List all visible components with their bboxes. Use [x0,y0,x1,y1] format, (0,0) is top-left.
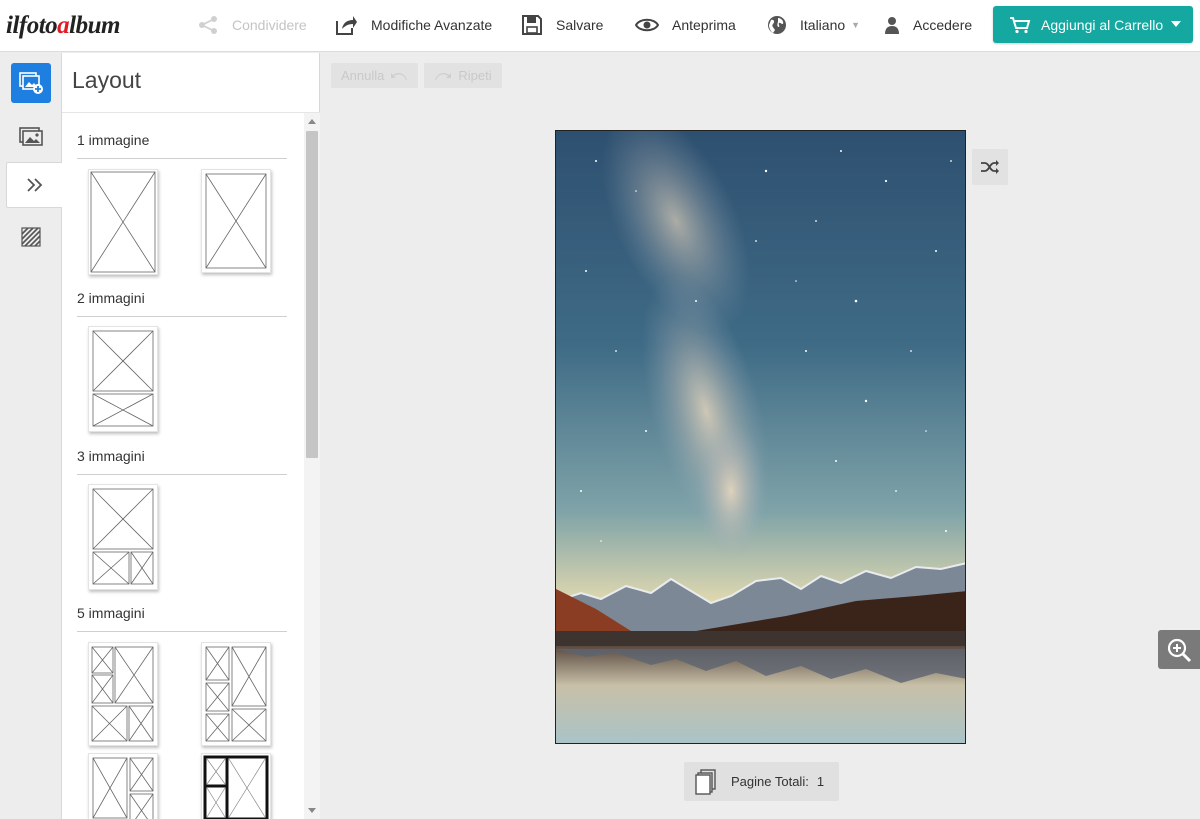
background-pattern-icon [21,227,41,247]
globe-icon [768,16,786,34]
section-label-2-images: 2 immagini [77,290,145,306]
undo-label: Annulla [341,68,385,83]
redo-button[interactable]: Ripeti [424,63,502,88]
redo-icon [435,72,452,80]
layout-option[interactable] [88,169,158,275]
divider [77,631,287,632]
add-photos-button[interactable] [11,63,51,103]
undo-button[interactable]: Annulla [331,63,419,88]
layout-option[interactable] [88,642,158,746]
pages-icon [695,768,716,795]
shuffle-icon [981,160,999,174]
layout-option[interactable] [88,484,158,590]
export-arrow-icon [336,16,357,35]
total-pages-indicator: Pagine Totali: 1 [684,762,839,801]
album-page[interactable] [555,130,966,744]
double-chevron-right-icon [27,178,43,192]
save-button[interactable]: Salvare [521,12,603,38]
layout-option[interactable] [88,326,158,432]
layout-option-selected[interactable] [201,753,271,819]
gallery-button[interactable] [11,117,51,157]
top-toolbar: ilfoto a lbum Condividere Modifiche Avanza… [0,0,1200,52]
eye-icon [635,18,659,32]
left-icon-rail [0,53,63,819]
layout-option[interactable] [201,169,271,273]
logo-text-part1: ilfoto [6,12,58,39]
login-button[interactable]: Accedere [884,12,972,38]
zoom-in-button[interactable] [1158,630,1200,669]
layout-option[interactable] [88,753,158,819]
gallery-icon [19,127,43,146]
cart-icon [1010,16,1031,33]
preview-button[interactable]: Anteprima [635,12,736,38]
divider [77,474,287,475]
layout-list[interactable]: 1 immagine 2 immagini 3 immagini 5 immag… [62,113,302,819]
layout-panel: Layout 1 immagine 2 immagini 3 immagini … [62,53,320,819]
floppy-disk-icon [522,15,542,35]
advanced-edit-button[interactable]: Modifiche Avanzate [334,12,492,38]
preview-label: Anteprima [672,17,736,33]
starry-sky-photo[interactable] [556,131,966,744]
add-to-cart-button[interactable]: Aggiungi al Carrello [993,6,1193,43]
layout-scrollbar[interactable] [304,113,320,819]
language-selector[interactable]: Italiano ▼ [767,12,860,38]
chevron-down-icon[interactable] [1171,21,1181,27]
section-label-3-images: 3 immagini [77,448,145,464]
save-label: Salvare [556,17,604,33]
layout-option[interactable] [201,642,271,746]
language-label: Italiano [800,17,846,33]
logo-text-part2: a [57,12,70,39]
pages-total-label: Pagine Totali: [731,774,809,789]
history-toolbar: Annulla Ripeti [331,63,502,88]
add-photos-icon [19,72,43,94]
section-label-1-image: 1 immagine [77,132,150,148]
divider [77,316,287,317]
section-label-5-images: 5 immagini [77,605,145,621]
photo-album-editor: ilfoto a lbum Condividere Modifiche Avanza… [0,0,1200,819]
shuffle-button[interactable] [972,149,1008,185]
scrollbar-thumb[interactable] [306,131,318,458]
logo-text-part3: lbum [69,12,120,39]
redo-label: Ripeti [458,68,492,83]
share-icon [199,16,217,34]
share-label: Condividere [232,17,307,33]
advanced-edit-label: Modifiche Avanzate [371,17,493,33]
logo[interactable]: ilfoto a lbum [6,6,120,46]
share-button[interactable]: Condividere [197,12,307,38]
chevron-down-icon: ▼ [851,20,861,30]
add-to-cart-label: Aggiungi al Carrello [1041,16,1164,33]
scroll-up-icon[interactable] [308,119,316,124]
scroll-down-icon[interactable] [308,808,316,813]
panel-title: Layout [72,67,142,93]
login-label: Accedere [913,17,973,33]
layout-tab[interactable] [6,162,63,208]
zoom-in-icon [1167,638,1192,662]
divider [77,158,287,159]
user-icon [885,17,899,34]
pages-total-count: 1 [816,774,825,789]
background-button[interactable] [11,217,51,257]
undo-icon [391,72,408,80]
